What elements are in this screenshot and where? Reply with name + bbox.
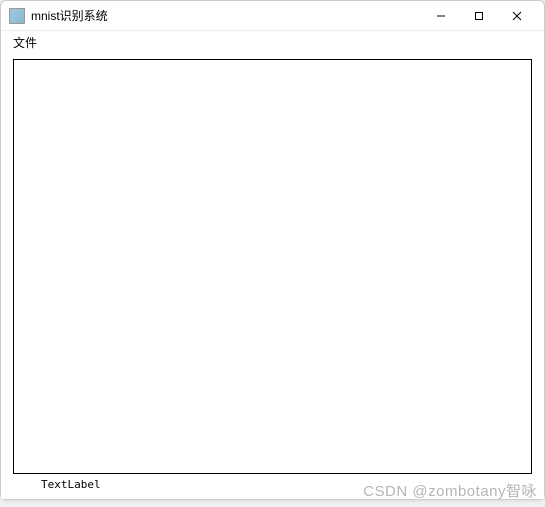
menu-file[interactable]: 文件	[5, 32, 45, 53]
close-button[interactable]	[498, 2, 536, 30]
close-icon	[512, 11, 522, 21]
minimize-button[interactable]	[422, 2, 460, 30]
maximize-button[interactable]	[460, 2, 498, 30]
app-window: mnist识别系统 文件 TextLabel	[0, 0, 545, 500]
client-area: TextLabel	[1, 53, 544, 499]
app-icon	[9, 8, 25, 24]
menubar: 文件	[1, 31, 544, 53]
titlebar: mnist识别系统	[1, 1, 544, 31]
window-controls	[422, 2, 536, 30]
window-title: mnist识别系统	[31, 7, 422, 24]
canvas-area[interactable]	[13, 59, 532, 474]
maximize-icon	[474, 11, 484, 21]
minimize-icon	[436, 11, 446, 21]
result-label: TextLabel	[13, 478, 532, 491]
